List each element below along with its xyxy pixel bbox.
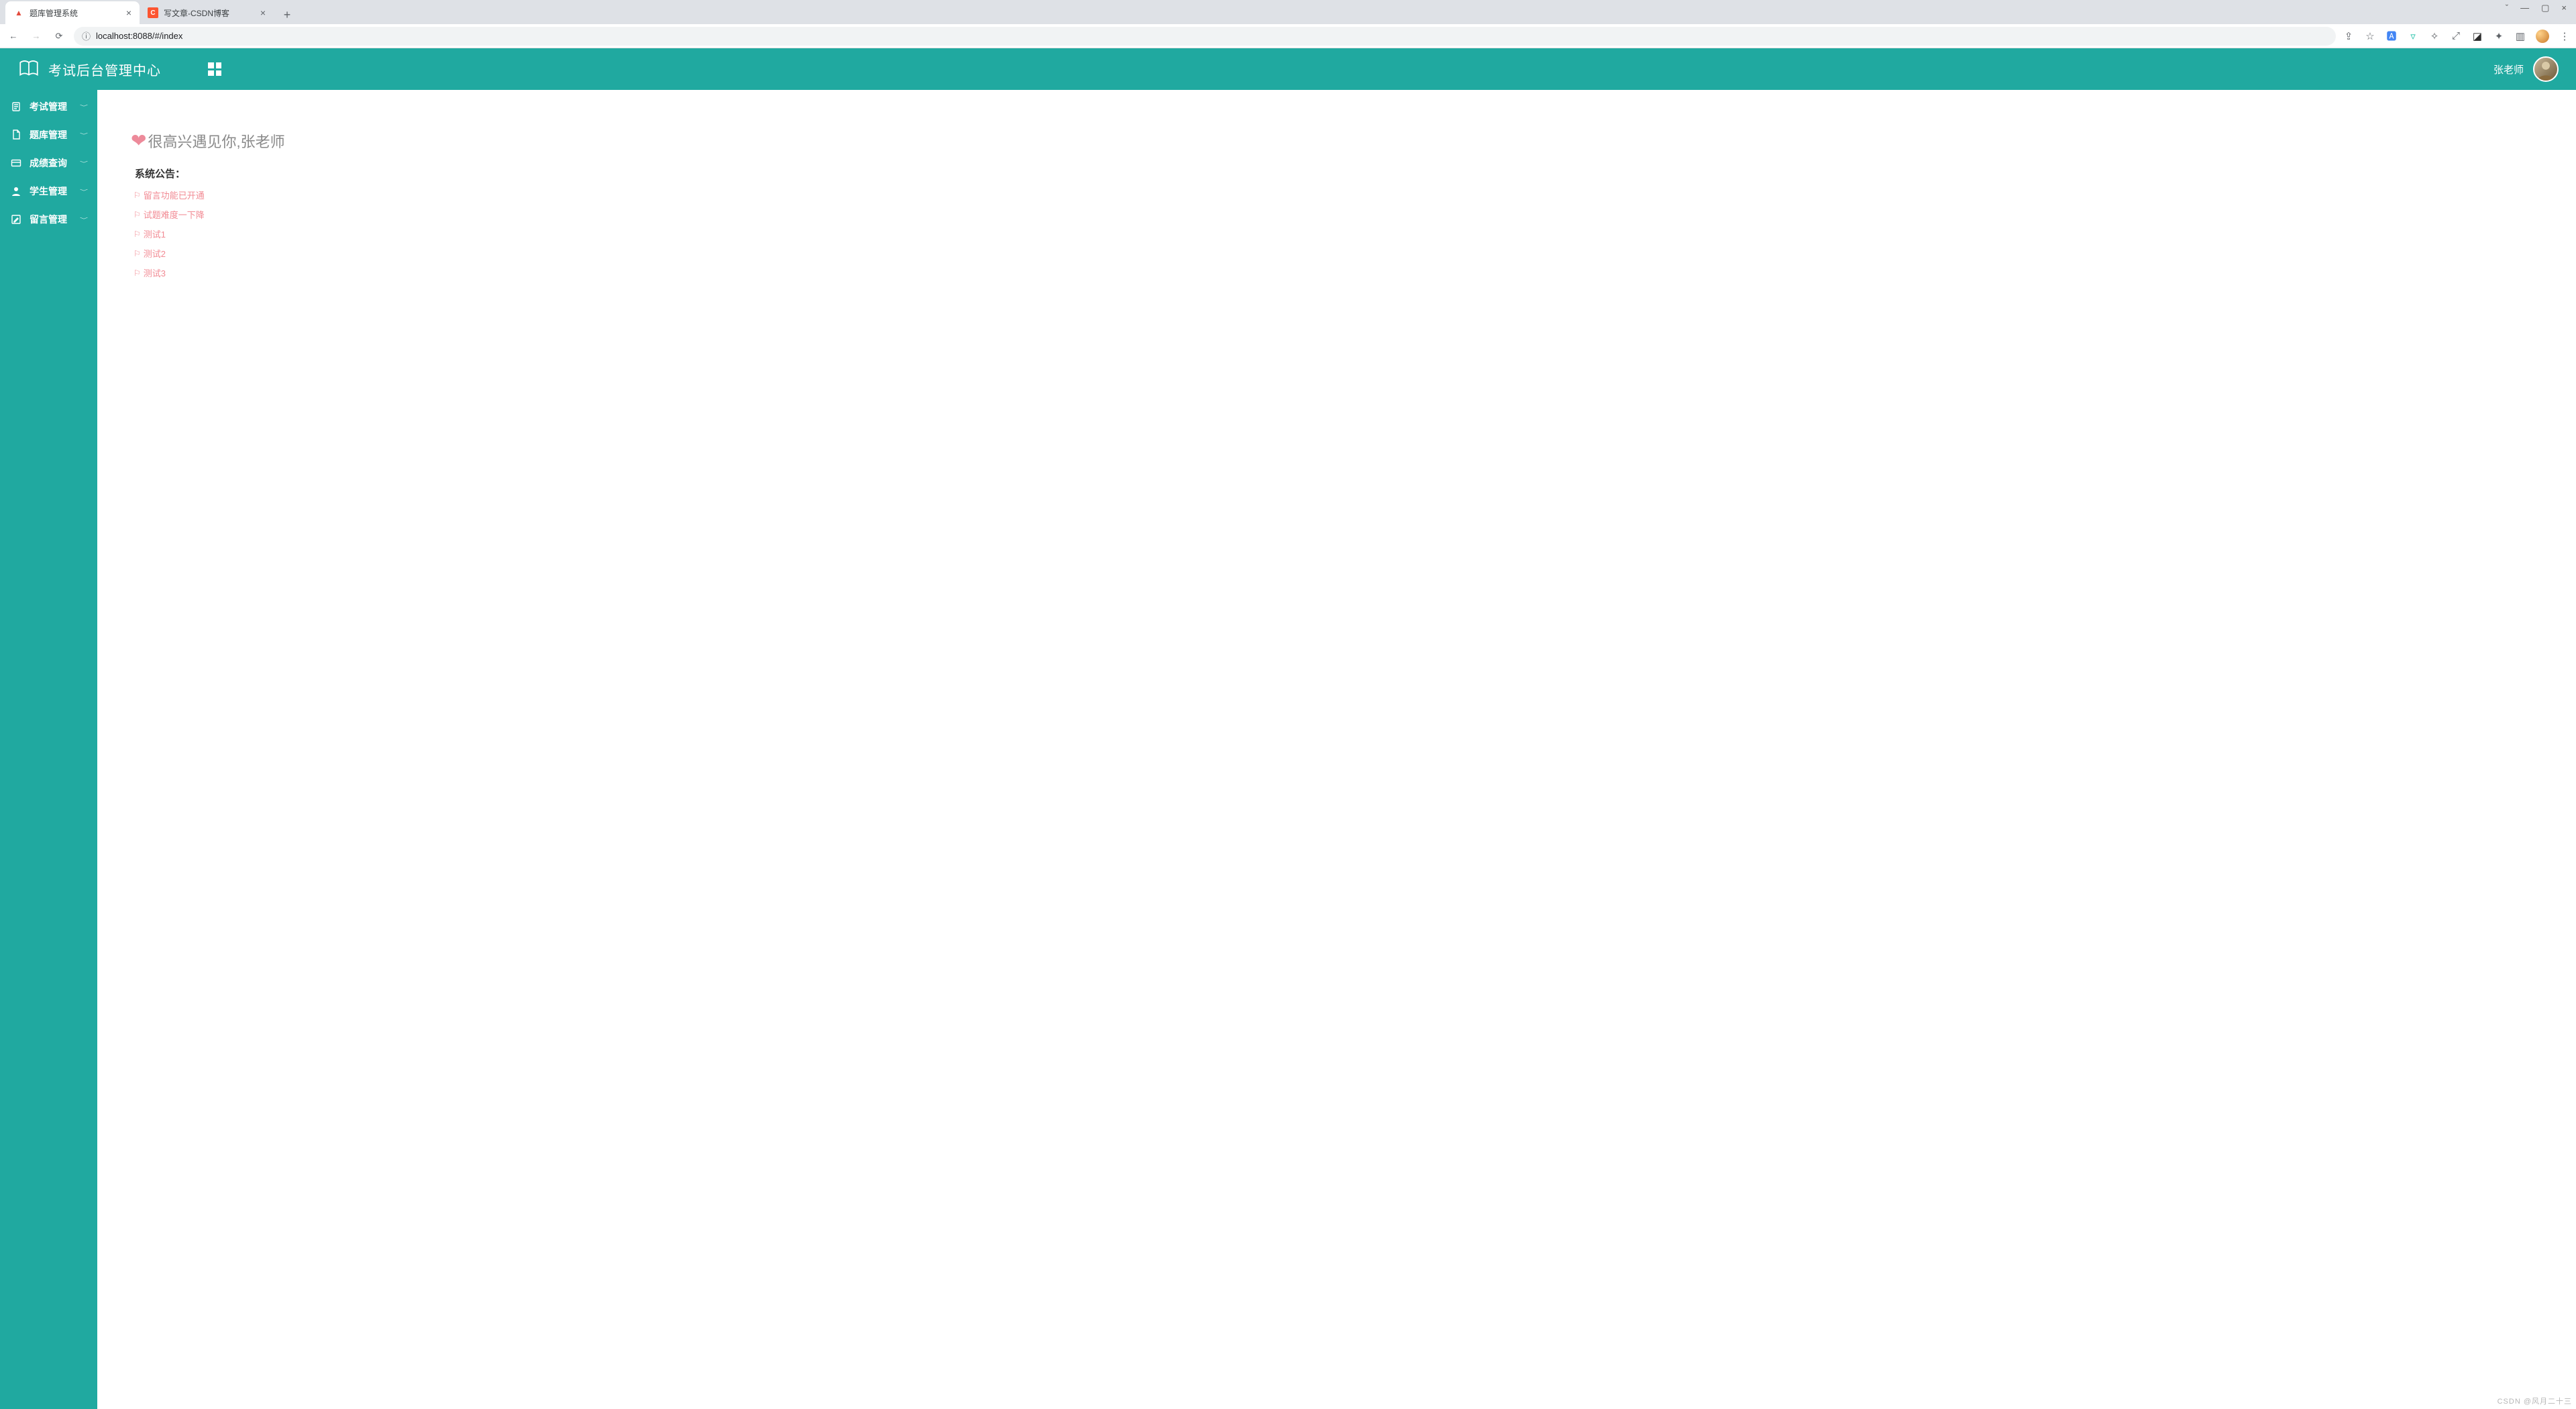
- back-button[interactable]: ←: [5, 28, 21, 44]
- extensions-icon[interactable]: ✦: [2493, 30, 2505, 42]
- chevron-down-icon: ﹀: [80, 216, 88, 223]
- chevron-down-icon: ﹀: [80, 103, 88, 110]
- tab-title: 写文章-CSDN博客: [164, 7, 255, 19]
- notice-text: 试题难度一下降: [144, 208, 205, 221]
- sidebar-item-label: 留言管理: [30, 213, 72, 226]
- browser-tab-active[interactable]: ▲ 题库管理系统 ×: [5, 1, 140, 24]
- sidebar-item-label: 考试管理: [30, 100, 72, 113]
- bookmark-icon: ⚐: [133, 249, 141, 258]
- sparkle-icon[interactable]: ✧: [2428, 30, 2440, 42]
- share-icon[interactable]: ⇪: [2343, 30, 2355, 42]
- address-bar: ← → ⟳ ⓘ localhost:8088/#/index ⇪ ☆ 🅰 ▿ ✧…: [0, 24, 2576, 48]
- resize-icon[interactable]: ⤢: [2450, 30, 2462, 42]
- url-field[interactable]: ⓘ localhost:8088/#/index: [74, 27, 2336, 46]
- notice-text: 测试1: [144, 227, 166, 240]
- welcome-row: ❤ 很高兴遇见你,张老师: [131, 130, 2576, 152]
- avatar[interactable]: [2533, 56, 2559, 82]
- notice-text: 留言功能已开通: [144, 189, 205, 201]
- sidebar-item-label: 学生管理: [30, 185, 72, 198]
- bookmark-icon: ⚐: [133, 210, 141, 219]
- sidebar-item-bank[interactable]: 题库管理 ﹀: [0, 121, 97, 149]
- bookmark-icon: ⚐: [133, 229, 141, 239]
- notice-text: 测试3: [144, 266, 166, 279]
- menu-icon[interactable]: ⋮: [2559, 30, 2571, 42]
- sidebar-item-message[interactable]: 留言管理 ﹀: [0, 205, 97, 233]
- star-icon[interactable]: ☆: [2364, 30, 2376, 42]
- app-header: 考试后台管理中心 张老师: [0, 48, 2576, 90]
- tab-title: 题库管理系统: [30, 7, 121, 19]
- welcome-text: 很高兴遇见你,张老师: [148, 130, 284, 152]
- user-name: 张老师: [2493, 62, 2524, 76]
- card-icon: [11, 158, 21, 168]
- close-window-icon[interactable]: ×: [2561, 3, 2567, 13]
- app-title: 考试后台管理中心: [48, 60, 161, 79]
- close-icon[interactable]: ×: [126, 7, 131, 18]
- chevron-down-icon: ﹀: [80, 132, 88, 138]
- translate-icon[interactable]: 🅰: [2385, 30, 2398, 42]
- sidebar-item-label: 题库管理: [30, 128, 72, 142]
- notice-item[interactable]: ⚐试题难度一下降: [133, 208, 2576, 221]
- notice-item[interactable]: ⚐测试2: [133, 247, 2576, 260]
- edit-icon: [11, 214, 21, 225]
- tab-favicon-icon: C: [148, 7, 158, 18]
- bookmark-icon: ⚐: [133, 191, 141, 200]
- notice-item[interactable]: ⚐留言功能已开通: [133, 189, 2576, 201]
- main-content: ❤ 很高兴遇见你,张老师 系统公告： ⚐留言功能已开通 ⚐试题难度一下降 ⚐测试…: [97, 90, 2576, 1409]
- reload-button[interactable]: ⟳: [51, 28, 67, 44]
- book-icon: [17, 58, 40, 81]
- bookmark-icon: ⚐: [133, 268, 141, 278]
- tab-favicon-icon: ▲: [13, 7, 24, 18]
- sidebar-item-label: 成绩查询: [30, 156, 72, 170]
- url-text: localhost:8088/#/index: [96, 31, 2328, 41]
- sidebar-item-score[interactable]: 成绩查询 ﹀: [0, 149, 97, 177]
- app-body: 考试管理 ﹀ 题库管理 ﹀ 成绩查询 ﹀ 学生管理 ﹀: [0, 90, 2576, 1409]
- sidebar: 考试管理 ﹀ 题库管理 ﹀ 成绩查询 ﹀ 学生管理 ﹀: [0, 90, 97, 1409]
- sidebar-item-student[interactable]: 学生管理 ﹀: [0, 177, 97, 205]
- chevron-down-icon: ﹀: [80, 188, 88, 195]
- notice-list: ⚐留言功能已开通 ⚐试题难度一下降 ⚐测试1 ⚐测试2 ⚐测试3: [133, 189, 2576, 279]
- toolbar-actions: ⇪ ☆ 🅰 ▿ ✧ ⤢ ◪ ✦ ▥ ⋮: [2343, 30, 2571, 43]
- maximize-icon[interactable]: ▢: [2541, 3, 2549, 13]
- notice-text: 测试2: [144, 247, 166, 260]
- side-panel-icon[interactable]: ▥: [2514, 30, 2526, 42]
- chrome-window: ▲ 题库管理系统 × C 写文章-CSDN博客 × + ˇ — ▢ × ← → …: [0, 0, 2576, 1409]
- forward-button[interactable]: →: [28, 28, 44, 44]
- vpn-icon[interactable]: ▿: [2407, 30, 2419, 42]
- chevron-down-icon[interactable]: ˇ: [2506, 3, 2508, 13]
- clipboard-icon: [11, 101, 21, 112]
- window-controls: ˇ — ▢ ×: [2506, 0, 2571, 13]
- minimize-icon[interactable]: —: [2520, 3, 2529, 13]
- brand: 考试后台管理中心: [17, 58, 161, 81]
- document-icon: [11, 129, 21, 140]
- notice-item[interactable]: ⚐测试3: [133, 266, 2576, 279]
- close-icon[interactable]: ×: [260, 7, 266, 18]
- site-info-icon[interactable]: ⓘ: [82, 30, 91, 42]
- user-area[interactable]: 张老师: [2493, 56, 2559, 82]
- browser-tab[interactable]: C 写文章-CSDN博客 ×: [140, 1, 274, 24]
- new-tab-button[interactable]: +: [278, 5, 297, 24]
- notice-heading: 系统公告：: [135, 166, 2576, 180]
- watermark: CSDN @风月二十三: [2498, 1396, 2572, 1406]
- menu-toggle-button[interactable]: [208, 62, 221, 76]
- profile-avatar-icon[interactable]: [2536, 30, 2549, 43]
- sidebar-item-exam[interactable]: 考试管理 ﹀: [0, 93, 97, 121]
- chevron-down-icon: ﹀: [80, 160, 88, 166]
- shield-icon[interactable]: ◪: [2471, 30, 2483, 42]
- tab-bar: ▲ 题库管理系统 × C 写文章-CSDN博客 × + ˇ — ▢ ×: [0, 0, 2576, 24]
- user-icon: [11, 186, 21, 197]
- heart-icon: ❤: [131, 132, 146, 150]
- notice-item[interactable]: ⚐测试1: [133, 227, 2576, 240]
- app-root: 考试后台管理中心 张老师 考试管理 ﹀: [0, 48, 2576, 1409]
